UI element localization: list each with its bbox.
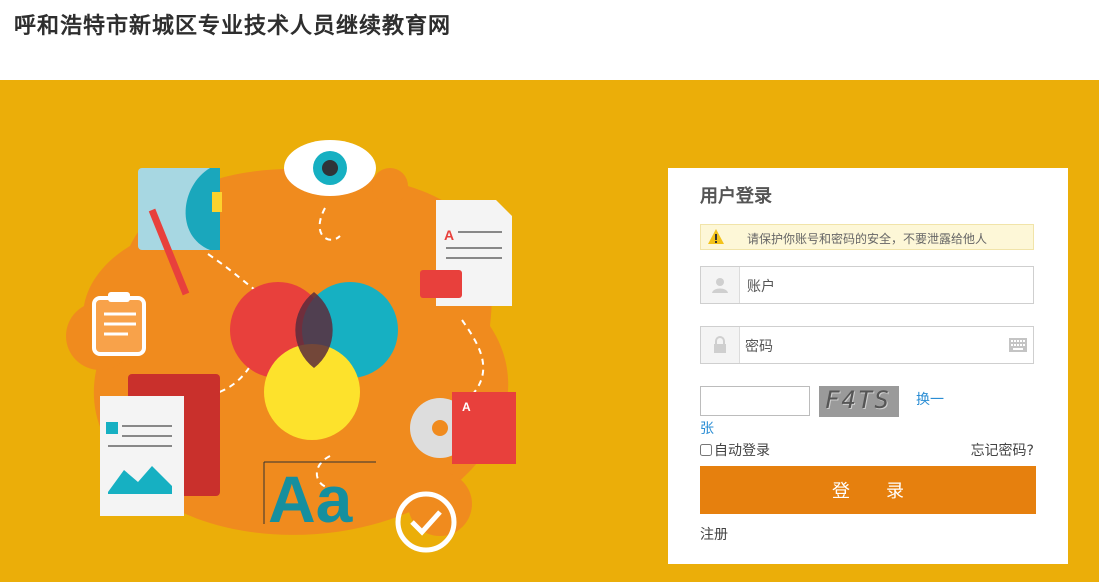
login-panel: 用户登录 请保护你账号和密码的安全，不要泄露给他人 账户 F4TS 换一 张 自… [668,168,1068,564]
auto-login[interactable]: 自动登录 [700,440,770,460]
password-input[interactable] [743,331,987,361]
top-bar: 呼和浩特市新城区专业技术人员继续教育网 [0,0,1099,80]
letters-aa: Aa [268,462,354,536]
account-field [700,266,1034,304]
refresh-captcha-link[interactable]: 换一 [916,389,944,409]
captcha-image[interactable]: F4TS [819,386,899,417]
warning-icon [708,229,724,244]
svg-text:A: A [444,227,454,243]
warning-text: 请保护你账号和密码的安全，不要泄露给他人 [747,232,988,246]
password-field [700,326,1034,364]
login-title: 用户登录 [700,186,772,207]
forgot-password-link[interactable]: 忘记密码? [971,440,1034,460]
security-warning: 请保护你账号和密码的安全，不要泄露给他人 [700,224,1034,250]
register-link[interactable]: 注册 [700,524,728,544]
account-input[interactable] [745,271,989,301]
refresh-captcha-link-cont[interactable]: 张 [700,418,714,438]
auto-login-checkbox[interactable] [700,444,712,456]
keyboard-icon[interactable] [1009,338,1027,352]
auto-login-label: 自动登录 [714,443,770,459]
captcha-input[interactable] [700,386,810,416]
captcha-text: F4TS [825,386,891,414]
user-icon [701,267,740,303]
banner-illustration: A A Aa [66,140,516,553]
lock-icon [701,327,740,363]
svg-text:A: A [462,400,471,414]
site-title: 呼和浩特市新城区专业技术人员继续教育网 [14,13,452,39]
login-button[interactable]: 登录 [700,466,1036,514]
